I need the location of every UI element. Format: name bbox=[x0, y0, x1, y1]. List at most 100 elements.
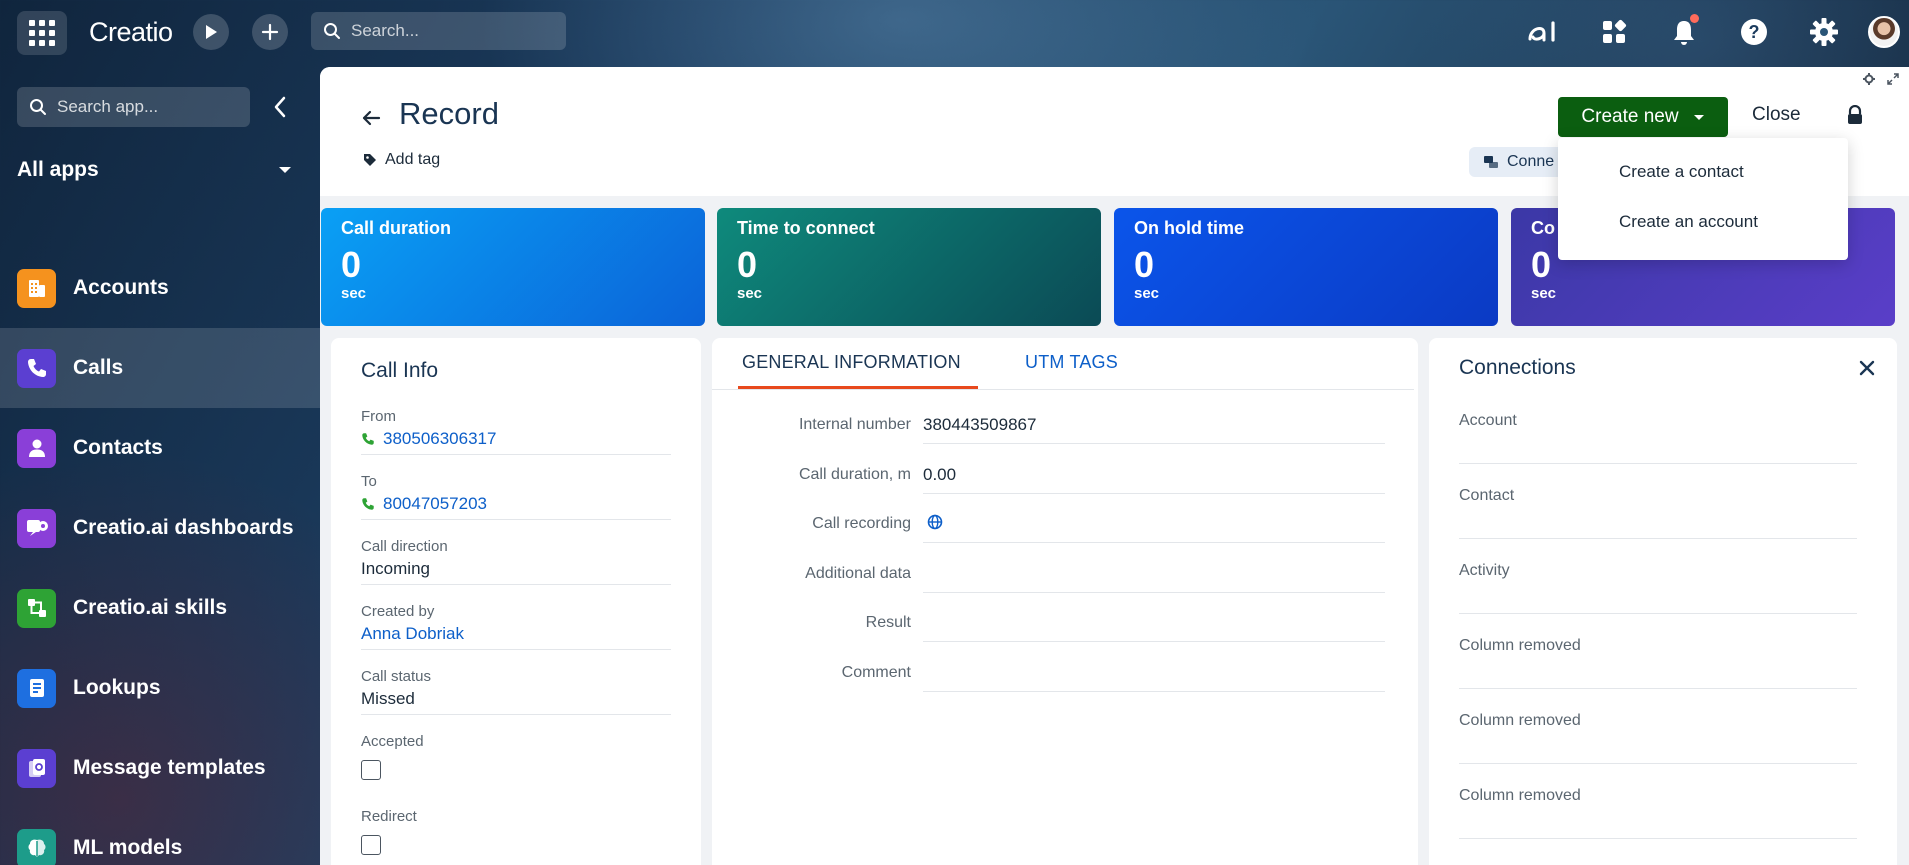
app-search[interactable] bbox=[17, 87, 250, 127]
call-status-label: Call status bbox=[361, 668, 432, 685]
notification-dot bbox=[1690, 14, 1699, 23]
help-button[interactable]: ? bbox=[1736, 14, 1772, 50]
sidebar-item-ml-models[interactable]: ML models bbox=[0, 808, 320, 865]
result-label: Result bbox=[865, 614, 911, 631]
sidebar-item-label: Lookups bbox=[73, 676, 161, 699]
call-status-value[interactable]: Missed bbox=[361, 689, 671, 714]
redirect-label: Redirect bbox=[361, 808, 417, 825]
lock-button[interactable] bbox=[1846, 104, 1868, 129]
redirect-checkbox[interactable] bbox=[361, 835, 381, 855]
from-label: From bbox=[361, 408, 396, 425]
to-number: 80047057203 bbox=[383, 494, 488, 513]
collapse-sidebar-button[interactable] bbox=[268, 94, 292, 120]
creatio-logo: Creatio bbox=[89, 17, 173, 47]
chevron-left-icon bbox=[274, 96, 286, 118]
accepted-label: Accepted bbox=[361, 733, 424, 750]
close-button[interactable]: Close bbox=[1752, 104, 1801, 126]
kpi-unit: sec bbox=[737, 284, 763, 302]
app-hub-button[interactable] bbox=[1596, 14, 1632, 50]
created-by-value[interactable]: Anna Dobriak bbox=[361, 624, 671, 649]
call-duration-value[interactable]: 0.00 bbox=[923, 454, 1385, 494]
phone-icon bbox=[362, 498, 374, 510]
brain-icon bbox=[17, 828, 56, 865]
sidebar-item-label: Creatio.ai dashboards bbox=[73, 516, 294, 539]
sidebar-item-message-templates[interactable]: Message templates bbox=[0, 728, 320, 808]
global-search-input[interactable] bbox=[351, 21, 551, 41]
accepted-field: Accepted bbox=[361, 733, 671, 780]
contact-connection[interactable]: Contact bbox=[1459, 487, 1857, 539]
tab-utm-tags[interactable]: UTM TAGS bbox=[1025, 352, 1118, 373]
call-direction-value[interactable]: Incoming bbox=[361, 559, 671, 584]
back-button[interactable] bbox=[359, 106, 383, 130]
sidebar: All apps Accounts Calls Contacts Crea bbox=[0, 64, 320, 865]
to-value[interactable]: 80047057203 bbox=[361, 494, 671, 519]
connection-label: Column removed bbox=[1459, 637, 1581, 654]
add-button[interactable] bbox=[252, 14, 288, 50]
tag-icon bbox=[364, 154, 376, 166]
top-bar: Creatio ? bbox=[0, 0, 1909, 64]
sidebar-item-accounts[interactable]: Accounts bbox=[0, 248, 320, 328]
redirect-field: Redirect bbox=[361, 808, 671, 855]
create-new-button[interactable]: Create new bbox=[1558, 97, 1728, 137]
additional-data-row: Additional data bbox=[712, 553, 1414, 593]
call-recording-value[interactable] bbox=[923, 503, 1385, 543]
close-connections-button[interactable] bbox=[1859, 360, 1877, 378]
additional-data-value[interactable] bbox=[923, 553, 1385, 593]
phone-icon bbox=[362, 433, 374, 445]
sidebar-item-calls[interactable]: Calls bbox=[0, 328, 320, 408]
created-by-label: Created by bbox=[361, 603, 435, 620]
gear-icon bbox=[1810, 18, 1838, 46]
user-avatar[interactable] bbox=[1868, 16, 1900, 48]
app-search-input[interactable] bbox=[57, 97, 237, 117]
record-page: Record Add tag Conne ts Create new Close… bbox=[320, 67, 1909, 865]
ai-button[interactable] bbox=[1526, 14, 1562, 50]
apps-menu-button[interactable] bbox=[17, 11, 67, 55]
connections-chip-label: Conne bbox=[1507, 153, 1555, 170]
account-connection[interactable]: Account bbox=[1459, 412, 1857, 464]
sidebar-item-label: ML models bbox=[73, 836, 183, 859]
column-removed-connection[interactable]: Column removed bbox=[1459, 712, 1857, 764]
call-recording-row: Call recording bbox=[712, 503, 1414, 543]
caret-down-icon bbox=[279, 167, 291, 173]
call-recording-label: Call recording bbox=[812, 515, 911, 532]
result-value[interactable] bbox=[923, 602, 1385, 642]
globe-icon[interactable] bbox=[927, 514, 943, 530]
sidebar-item-ai-dashboards[interactable]: Creatio.ai dashboards bbox=[0, 488, 320, 568]
connection-label: Contact bbox=[1459, 487, 1515, 504]
from-field: From 380506306317 bbox=[361, 408, 671, 455]
add-tag-button[interactable]: Add tag bbox=[363, 151, 440, 169]
close-icon bbox=[1859, 360, 1875, 376]
kpi-label: Call duration bbox=[341, 218, 452, 238]
create-account-option[interactable]: Create an account bbox=[1558, 198, 1848, 246]
workspace-selector[interactable]: All apps bbox=[17, 154, 292, 186]
app-hub-icon bbox=[1603, 19, 1627, 43]
settings-button[interactable] bbox=[1806, 14, 1842, 50]
notifications-button[interactable] bbox=[1666, 14, 1702, 50]
column-removed-connection[interactable]: Column removed bbox=[1459, 637, 1857, 689]
from-value[interactable]: 380506306317 bbox=[361, 429, 671, 454]
connections-title: Connections bbox=[1459, 356, 1576, 379]
column-removed-connection[interactable]: Column removed bbox=[1459, 787, 1857, 839]
sidebar-item-contacts[interactable]: Contacts bbox=[0, 408, 320, 488]
sidebar-item-ai-skills[interactable]: Creatio.ai skills bbox=[0, 568, 320, 648]
create-contact-option[interactable]: Create a contact bbox=[1558, 148, 1848, 196]
caret-down-icon bbox=[1693, 114, 1704, 120]
sidebar-item-lookups[interactable]: Lookups bbox=[0, 648, 320, 728]
activity-connection[interactable]: Activity bbox=[1459, 562, 1857, 614]
call-status-field: Call status Missed bbox=[361, 668, 671, 715]
ai-dashboard-icon bbox=[17, 508, 56, 548]
run-process-button[interactable] bbox=[193, 14, 229, 50]
internal-number-value[interactable]: 380443509867 bbox=[923, 404, 1385, 444]
kpi-unit: sec bbox=[341, 284, 367, 302]
lookup-icon bbox=[17, 668, 56, 708]
accepted-checkbox[interactable] bbox=[361, 760, 381, 780]
gear-icon[interactable] bbox=[1863, 73, 1875, 85]
global-search[interactable] bbox=[311, 12, 566, 50]
kpi-value: 0 bbox=[341, 244, 362, 285]
call-direction-field: Call direction Incoming bbox=[361, 538, 671, 585]
tab-general-information[interactable]: GENERAL INFORMATION bbox=[742, 352, 961, 373]
comment-value[interactable] bbox=[923, 652, 1385, 692]
sidebar-item-label: Message templates bbox=[73, 756, 266, 779]
general-info-card: GENERAL INFORMATION UTM TAGS Internal nu… bbox=[712, 338, 1418, 865]
expand-icon[interactable] bbox=[1887, 73, 1899, 85]
